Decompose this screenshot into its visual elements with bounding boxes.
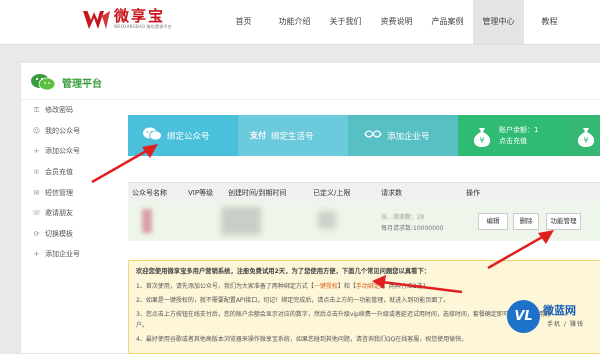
sidebar-item-sms[interactable]: ✉ 短信管理 (21, 182, 111, 203)
alipay-icon: 支付 (250, 131, 266, 140)
notice-line-4: 4、最好使用谷歌或者其他高版本浏览器来操作微享宝系统，如果您碰到其他问题，请咨询… (136, 336, 468, 343)
notice-line-3: 3、您点击上方按钮在线支付后，您的账户余额会显示对应的数字，然后点击升级vip续… (136, 311, 551, 318)
notice-text: 】，两种方法2选1 (379, 283, 427, 290)
sidebar-item-label: 我的公众号 (45, 126, 80, 135)
col-requests: 请求数 (381, 189, 402, 197)
limit-blurred (318, 211, 336, 229)
wechat-icon (31, 74, 56, 91)
lock-icon: ⚿ (33, 105, 40, 114)
sidebar-item-switch-template[interactable]: ⟳ 切换模板 (21, 224, 111, 245)
brand-logo[interactable]: 微享宝 WEIXIANGBAO 微信营销平台 (82, 8, 172, 32)
panel-title: 管理平台 (62, 79, 102, 90)
recharge-link[interactable]: 点击充值 (499, 136, 538, 147)
wechat-icon (142, 127, 162, 144)
watermark-sub: 手机 / 赚钱 (547, 321, 584, 328)
nav-tutorial[interactable]: 教程 (524, 0, 575, 44)
col-vip-level: VIP等级 (188, 189, 214, 197)
watermark-badge: VL (507, 300, 540, 333)
brand-subtitle: WEIXIANGBAO 微信营销平台 (114, 24, 172, 29)
col-account-name: 公众号名称 (132, 189, 167, 197)
sidebar-item-label: 会员充值 (45, 168, 73, 177)
sidebar-item-label: 切换模板 (45, 229, 73, 238)
watermark-name: 微蓝网 (543, 304, 576, 317)
watermark-logo: VL 微蓝网 手机 / 赚钱 (507, 292, 597, 348)
account-balance-card[interactable]: ¥ 账户余额：1 点击充值 (458, 115, 568, 156)
svg-text:¥: ¥ (479, 136, 484, 145)
notice-line-3b: 户。 (136, 322, 149, 329)
panel-header: 管理平台 (21, 63, 600, 100)
bind-life-label: 绑定生活号 (271, 131, 314, 142)
edit-button[interactable]: 编辑 (478, 213, 508, 230)
nav-home[interactable]: 首页 (218, 0, 269, 44)
member-icon: ♔ (33, 168, 40, 177)
nav-cases[interactable]: 产品案例 (422, 0, 473, 44)
nav-features[interactable]: 功能介绍 (269, 0, 320, 44)
notice-title: 欢迎您使用微享宝多用户营销系统，注册免费试用2天，为了您使用方便，下面几个常见问… (136, 268, 431, 275)
invite-icon: ☏ (32, 209, 41, 218)
w-logo-icon (83, 11, 110, 29)
plus-icon: + (33, 147, 40, 156)
notice-line-2: 2、如果是一键授权的，就不需要配置API接口，切记！绑定完成后，请点击上方的一功… (136, 297, 450, 304)
one-click-auth-link[interactable]: 一键授权 (314, 283, 338, 290)
svg-text:¥: ¥ (583, 136, 588, 145)
dates-blurred (221, 207, 261, 235)
money-bag-icon: ¥ (576, 126, 596, 147)
manual-bind-link[interactable]: 手动绑定 (356, 283, 380, 290)
notice-text: 】和【 (337, 283, 356, 290)
bind-life-card[interactable]: 支付 绑定生活号 (238, 115, 348, 156)
more-card[interactable]: ¥ (568, 115, 600, 156)
col-defined-limit: 已定义/上限 (313, 189, 351, 197)
sidebar-item-label: 添加公众号 (45, 147, 80, 156)
sidebar-item-add-enterprise[interactable]: + 添加企业号 (21, 244, 111, 265)
nav-pricing[interactable]: 资费说明 (371, 0, 422, 44)
action-cards: 绑定公众号 支付 绑定生活号 添加企业号 ¥ 账户余额：1 点击充值 ¥ (128, 115, 600, 156)
sidebar-item-my-accounts[interactable]: ☺ 我的公众号 (21, 121, 111, 142)
sidebar-item-invite[interactable]: ☏ 邀请朋友 (21, 203, 111, 224)
nav-about[interactable]: 关于我们 (320, 0, 371, 44)
add-enterprise-label: 添加企业号 (387, 131, 430, 142)
sms-icon: ✉ (33, 188, 40, 197)
col-actions: 操作 (466, 189, 480, 197)
plus-icon: + (33, 250, 40, 259)
notice-text: 1、首次使用，请先添加公众号，我们为大家准备了两种绑定方式【 (136, 283, 314, 290)
enterprise-icon (364, 128, 382, 143)
brand-name: 微享宝 (114, 7, 166, 25)
col-dates: 创建时间/到期时间 (228, 189, 287, 197)
sidebar-item-label: 短信管理 (45, 188, 73, 197)
sidebar-item-label: 修改密码 (45, 106, 73, 115)
main-nav: 首页 功能介绍 关于我们 资费说明 产品案例 管理中心 教程 (218, 0, 575, 44)
sidebar-item-label: 邀请朋友 (45, 209, 73, 218)
notice-line-1: 1、首次使用，请先添加公众号，我们为大家准备了两种绑定方式【一键授权】和【手动绑… (136, 281, 427, 290)
sidebar-item-add-account[interactable]: + 添加公众号 (21, 141, 111, 162)
table-row: 当...请求数：28 每月请求数:10000000 编辑 删除 功能管理 (128, 201, 600, 241)
request-count: 当...请求数：28 (381, 214, 425, 221)
nav-admin-center[interactable]: 管理中心 (473, 0, 524, 44)
account-avatar-blurred (142, 209, 152, 233)
bind-wechat-card[interactable]: 绑定公众号 (128, 115, 238, 156)
user-icon: ☺ (32, 126, 41, 135)
switch-icon: ⟳ (33, 229, 40, 238)
monthly-request-limit: 每月请求数:10000000 (381, 225, 444, 232)
bind-wechat-label: 绑定公众号 (167, 131, 210, 142)
table-header: 公众号名称 VIP等级 创建时间/到期时间 已定义/上限 请求数 操作 (128, 182, 600, 202)
sidebar-item-change-password[interactable]: ⚿ 修改密码 (21, 100, 111, 121)
sidebar-item-recharge[interactable]: ♔ 会员充值 (21, 162, 111, 183)
function-manage-button[interactable]: 功能管理 (546, 213, 581, 230)
sidebar: ⚿ 修改密码 ☺ 我的公众号 + 添加公众号 ♔ 会员充值 ✉ 短信管理 ☏ 邀… (21, 100, 111, 265)
money-bag-icon: ¥ (472, 126, 492, 147)
sidebar-item-label: 添加企业号 (45, 250, 80, 259)
delete-button[interactable]: 删除 (513, 213, 539, 230)
balance-text: 账户余额：1 (499, 125, 539, 134)
top-nav-bar: 微享宝 WEIXIANGBAO 微信营销平台 首页 功能介绍 关于我们 资费说明… (0, 0, 600, 45)
add-enterprise-card[interactable]: 添加企业号 (348, 115, 458, 156)
